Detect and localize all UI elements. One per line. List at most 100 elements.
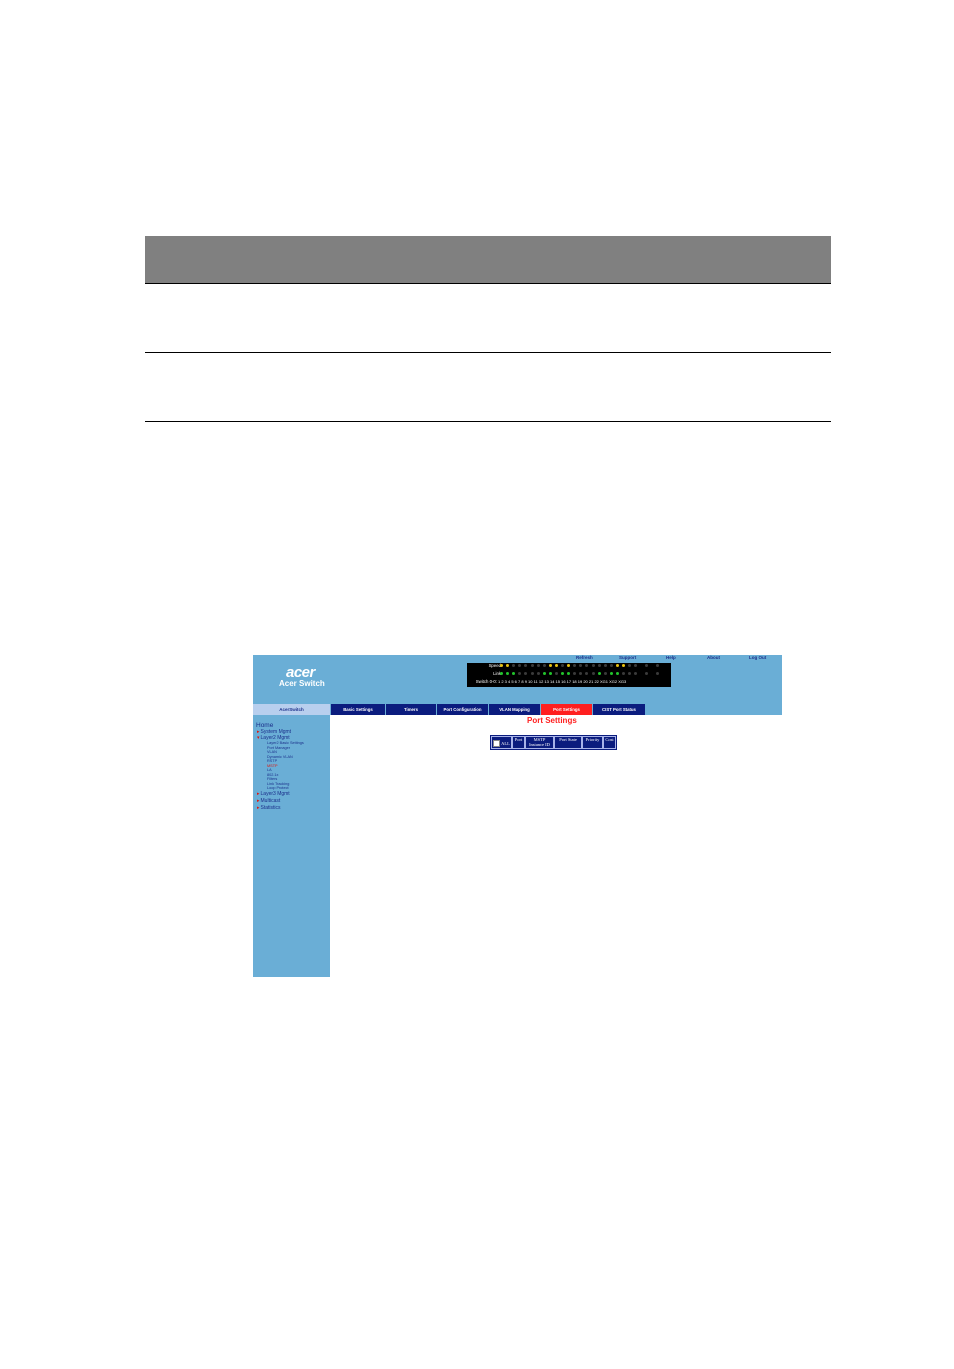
- instance-id-label: Instance ID: [529, 742, 550, 747]
- link-led: [500, 672, 503, 675]
- sidebar-item-filters[interactable]: Filters: [267, 777, 277, 781]
- sidebar-item-loop-protect[interactable]: Loop Protect: [267, 786, 289, 790]
- about-link[interactable]: About: [707, 655, 720, 660]
- speed-led: [561, 664, 564, 667]
- sidebar-item-statistics[interactable]: ▸Statistics: [257, 805, 281, 811]
- link-led: [548, 672, 552, 675]
- column-header-priority: Priority: [582, 736, 603, 749]
- tab-timers[interactable]: Timers: [386, 704, 436, 715]
- link-led: [603, 672, 607, 675]
- switch-web-ui: acer Acer Switch Refresh Support Help Ab…: [253, 655, 782, 977]
- speed-led: [615, 664, 619, 667]
- speed-led: [548, 664, 552, 667]
- link-led: [554, 672, 558, 675]
- column-header-all: ALL: [491, 736, 512, 749]
- arrow-right-icon: ▸: [257, 805, 260, 811]
- tab-vlan-mapping[interactable]: VLAN Mapping: [489, 704, 540, 715]
- speed-led: [628, 664, 632, 667]
- select-all-checkbox[interactable]: [493, 740, 501, 748]
- sidebar-item-layer2-basic-settings[interactable]: Layer2 Basic Settings: [267, 741, 304, 745]
- speed-led: [597, 664, 601, 667]
- sidebar-item-label: Multicast: [260, 798, 281, 804]
- link-label: Link: [493, 671, 501, 676]
- sidebar: Home ▸System Mgmt ▾Layer2 Mgmt Layer2 Ba…: [253, 715, 330, 977]
- speed-led: [512, 664, 516, 667]
- sidebar-item-layer3-mgmt[interactable]: ▸Layer3 Mgmt: [257, 791, 290, 797]
- page-title: Port Settings: [527, 716, 577, 725]
- sidebar-item-la[interactable]: LA: [267, 768, 272, 772]
- tab-port-settings[interactable]: Port Settings: [541, 704, 592, 715]
- speed-led: [524, 664, 528, 667]
- port-status-panel: Speed Link Switch 0-0: 1 2 3 4 5 6 7 8 9…: [467, 663, 671, 687]
- sidebar-item-label: Statistics: [260, 805, 281, 811]
- port-numbers: 1 2 3 4 5 6 7 8 9 10 11 12 13 14 15 16 1…: [498, 679, 627, 684]
- log-out-link[interactable]: Log Out: [749, 655, 766, 660]
- speed-led: [518, 664, 522, 667]
- link-row: Link: [467, 671, 671, 678]
- brand-name: Acer Switch: [279, 679, 325, 688]
- link-led: [645, 672, 649, 675]
- link-led: [622, 672, 625, 675]
- speed-led: [500, 664, 503, 667]
- sidebar-item-dynamic-vlan[interactable]: Dynamic VLAN: [267, 755, 293, 759]
- sidebar-item-link-tracking[interactable]: Link Tracking: [267, 782, 289, 786]
- document-table-header: [145, 236, 831, 284]
- speed-led: [506, 664, 510, 667]
- tab-bar: AcerSwitch Basic Settings Timers Port Co…: [253, 704, 782, 715]
- sidebar-item-port-manager[interactable]: Port Manager: [267, 746, 290, 750]
- speed-led: [573, 664, 577, 667]
- sidebar-item-label: Layer3 Mgmt: [260, 791, 290, 797]
- tab-acerswitch[interactable]: AcerSwitch: [253, 704, 330, 715]
- tab-port-configuration[interactable]: Port Configuration: [437, 704, 488, 715]
- speed-led: [656, 664, 660, 667]
- sidebar-item-vlan[interactable]: VLAN: [267, 750, 277, 754]
- link-led: [518, 672, 522, 675]
- speed-led: [530, 664, 534, 667]
- speed-label: Speed: [488, 663, 501, 668]
- link-led: [561, 672, 564, 675]
- column-header-port: Port: [512, 736, 525, 749]
- column-header-port-state: Port State: [554, 736, 582, 749]
- link-led: [573, 672, 577, 675]
- link-led: [542, 672, 546, 675]
- speed-led: [591, 664, 595, 667]
- column-header-mstp-instance-id: MSTP Instance ID: [525, 736, 554, 749]
- speed-led: [609, 664, 613, 667]
- top-links: Refresh Support Help About Log Out: [253, 655, 782, 663]
- link-led: [567, 672, 571, 675]
- speed-led: [579, 664, 583, 667]
- link-led: [597, 672, 601, 675]
- speed-led: [603, 664, 607, 667]
- arrow-right-icon: ▸: [257, 798, 260, 804]
- refresh-link[interactable]: Refresh: [576, 655, 593, 660]
- link-led: [536, 672, 540, 675]
- all-label: ALL: [501, 741, 510, 746]
- help-link[interactable]: Help: [666, 655, 676, 660]
- link-led: [524, 672, 528, 675]
- arrow-down-icon: ▾: [257, 735, 260, 741]
- arrow-right-icon: ▸: [257, 791, 260, 797]
- column-header-cost: Cost: [603, 736, 616, 749]
- link-led: [656, 672, 660, 675]
- link-led: [585, 672, 589, 675]
- speed-led: [567, 664, 571, 667]
- speed-led: [634, 664, 638, 667]
- speed-led: [536, 664, 540, 667]
- speed-led: [622, 664, 625, 667]
- link-led: [506, 672, 510, 675]
- tab-basic-settings[interactable]: Basic Settings: [331, 704, 385, 715]
- link-led: [634, 672, 638, 675]
- tab-cist-port-status[interactable]: CIST Port Status: [593, 704, 645, 715]
- sidebar-home[interactable]: Home: [256, 722, 273, 729]
- support-link[interactable]: Support: [619, 655, 636, 660]
- sidebar-item-mstp[interactable]: MSTP: [267, 764, 278, 768]
- speed-led: [585, 664, 589, 667]
- sidebar-item-rstp[interactable]: RSTP: [267, 759, 277, 763]
- port-settings-table: ALL Port MSTP Instance ID Port State Pri…: [490, 735, 617, 750]
- sidebar-item-multicast[interactable]: ▸Multicast: [257, 798, 280, 804]
- sidebar-item-802-1x[interactable]: 802.1x: [267, 773, 278, 777]
- link-led: [609, 672, 613, 675]
- speed-led: [554, 664, 558, 667]
- link-led: [615, 672, 619, 675]
- link-led: [512, 672, 516, 675]
